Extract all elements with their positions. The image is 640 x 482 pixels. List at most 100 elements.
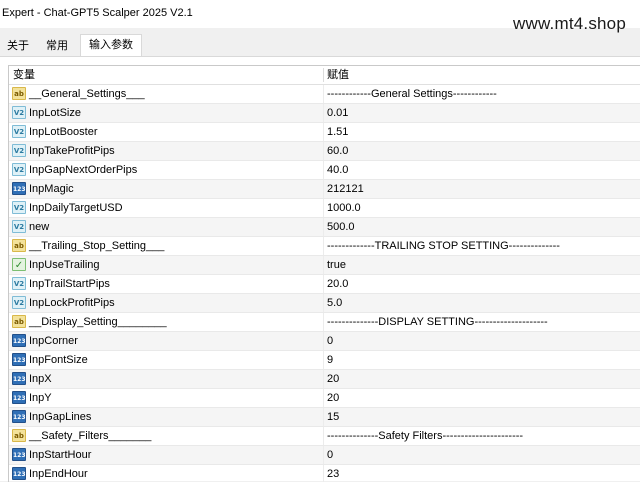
parameter-row[interactable]: 123 InpFontSize 9	[9, 351, 640, 370]
parameter-name: InpCorner	[29, 335, 78, 347]
parameter-value[interactable]: 40.0	[327, 161, 348, 179]
parameter-row[interactable]: V2 new 500.0	[9, 218, 640, 237]
double-type-icon: V2	[12, 296, 26, 309]
parameter-value[interactable]: 0	[327, 332, 333, 350]
tab-bar: 关于 常用 输入参数	[0, 34, 640, 57]
double-type-icon: V2	[12, 144, 26, 157]
cell-divider	[323, 180, 324, 198]
parameter-value[interactable]: 212121	[327, 180, 364, 198]
parameter-value[interactable]: --------------DISPLAY SETTING-----------…	[327, 313, 548, 331]
column-divider[interactable]	[323, 68, 324, 82]
double-type-icon: V2	[12, 163, 26, 176]
cell-divider	[323, 275, 324, 293]
parameter-value[interactable]: 0.01	[327, 104, 348, 122]
parameter-value[interactable]: 500.0	[327, 218, 355, 236]
parameter-name: InpY	[29, 392, 52, 404]
parameter-name: InpGapNextOrderPips	[29, 164, 138, 176]
bool-type-icon: ✓	[12, 258, 26, 271]
parameter-row[interactable]: V2 InpTrailStartPips 20.0	[9, 275, 640, 294]
parameter-row[interactable]: ✓ InpUseTrailing true	[9, 256, 640, 275]
parameter-value[interactable]: 23	[327, 465, 339, 482]
cell-divider	[323, 104, 324, 122]
parameter-name: __Display_Setting________	[29, 316, 167, 328]
parameter-value[interactable]: 9	[327, 351, 333, 369]
cell-divider	[323, 85, 324, 103]
parameter-row[interactable]: 123 InpY 20	[9, 389, 640, 408]
cell-divider	[323, 237, 324, 255]
parameter-row[interactable]: V2 InpDailyTargetUSD 1000.0	[9, 199, 640, 218]
parameter-name: InpStartHour	[29, 449, 92, 461]
parameter-row[interactable]: V2 InpLockProfitPips 5.0	[9, 294, 640, 313]
integer-type-icon: 123	[12, 182, 26, 195]
parameter-row[interactable]: V2 InpGapNextOrderPips 40.0	[9, 161, 640, 180]
parameter-name: InpLotBooster	[29, 126, 98, 138]
parameter-value[interactable]: true	[327, 256, 346, 274]
integer-type-icon: 123	[12, 467, 26, 480]
parameter-name: __Trailing_Stop_Setting___	[29, 240, 165, 252]
parameter-row[interactable]: 123 InpX 20	[9, 370, 640, 389]
parameter-row[interactable]: ab __General_Settings___ ------------Gener…	[9, 85, 640, 104]
cell-divider	[323, 256, 324, 274]
cell-divider	[323, 142, 324, 160]
parameter-value[interactable]: -------------TRAILING STOP SETTING------…	[327, 237, 560, 255]
window-title: Expert - Chat-GPT5 Scalper 2025 V2.1	[2, 7, 193, 19]
cell-divider	[323, 408, 324, 426]
double-type-icon: V2	[12, 125, 26, 138]
parameter-name: InpLotSize	[29, 107, 81, 119]
parameter-row[interactable]: 123 InpStartHour 0	[9, 446, 640, 465]
parameter-row[interactable]: ab __Trailing_Stop_Setting___ ------------…	[9, 237, 640, 256]
parameter-name: InpDailyTargetUSD	[29, 202, 123, 214]
parameter-row[interactable]: V2 InpLotSize 0.01	[9, 104, 640, 123]
cell-divider	[323, 370, 324, 388]
parameter-value[interactable]: ------------General Settings------------	[327, 85, 497, 103]
parameter-value[interactable]: --------------Safety Filters------------…	[327, 427, 523, 445]
parameter-row[interactable]: V2 InpLotBooster 1.51	[9, 123, 640, 142]
parameter-value[interactable]: 5.0	[327, 294, 342, 312]
string-type-icon: ab	[12, 87, 26, 100]
parameter-name: InpX	[29, 373, 52, 385]
parameter-value[interactable]: 60.0	[327, 142, 348, 160]
cell-divider	[323, 199, 324, 217]
tab-inputs[interactable]: 输入参数	[80, 34, 142, 57]
cell-divider	[323, 313, 324, 331]
tab-about[interactable]: 关于	[0, 36, 36, 56]
cell-divider	[323, 218, 324, 236]
parameter-name: InpEndHour	[29, 468, 88, 480]
parameter-value[interactable]: 1.51	[327, 123, 348, 141]
cell-divider	[323, 351, 324, 369]
parameter-name: InpGapLines	[29, 411, 92, 423]
grid-header: 变量 赋值	[9, 66, 640, 85]
parameter-row[interactable]: ab __Safety_Filters_______ --------------S…	[9, 427, 640, 446]
parameter-value[interactable]: 1000.0	[327, 199, 361, 217]
cell-divider	[323, 389, 324, 407]
parameter-row[interactable]: ab __Display_Setting________ -------------…	[9, 313, 640, 332]
double-type-icon: V2	[12, 277, 26, 290]
parameter-row[interactable]: 123 InpCorner 0	[9, 332, 640, 351]
parameter-row[interactable]: V2 InpTakeProfitPips 60.0	[9, 142, 640, 161]
column-header-variable[interactable]: 变量	[13, 66, 35, 84]
cell-divider	[323, 123, 324, 141]
parameter-name: InpTakeProfitPips	[29, 145, 115, 157]
watermark: www.mt4.shop	[513, 14, 626, 33]
parameter-row[interactable]: 123 InpEndHour 23	[9, 465, 640, 482]
parameter-name: __Safety_Filters_______	[29, 430, 152, 442]
parameter-value[interactable]: 20	[327, 370, 339, 388]
string-type-icon: ab	[12, 239, 26, 252]
integer-type-icon: 123	[12, 372, 26, 385]
title-bar: Expert - Chat-GPT5 Scalper 2025 V2.1 www…	[0, 0, 640, 33]
parameter-name: InpMagic	[29, 183, 74, 195]
parameter-value[interactable]: 20	[327, 389, 339, 407]
parameter-value[interactable]: 20.0	[327, 275, 348, 293]
parameter-value[interactable]: 0	[327, 446, 333, 464]
column-header-value[interactable]: 赋值	[327, 66, 349, 84]
parameter-name: InpTrailStartPips	[29, 278, 110, 290]
parameter-row[interactable]: 123 InpMagic 212121	[9, 180, 640, 199]
parameter-name: new	[29, 221, 50, 233]
integer-type-icon: 123	[12, 353, 26, 366]
parameter-row[interactable]: 123 InpGapLines 15	[9, 408, 640, 427]
cell-divider	[323, 427, 324, 445]
cell-divider	[323, 161, 324, 179]
integer-type-icon: 123	[12, 334, 26, 347]
tab-common[interactable]: 常用	[39, 36, 75, 56]
parameter-value[interactable]: 15	[327, 408, 339, 426]
